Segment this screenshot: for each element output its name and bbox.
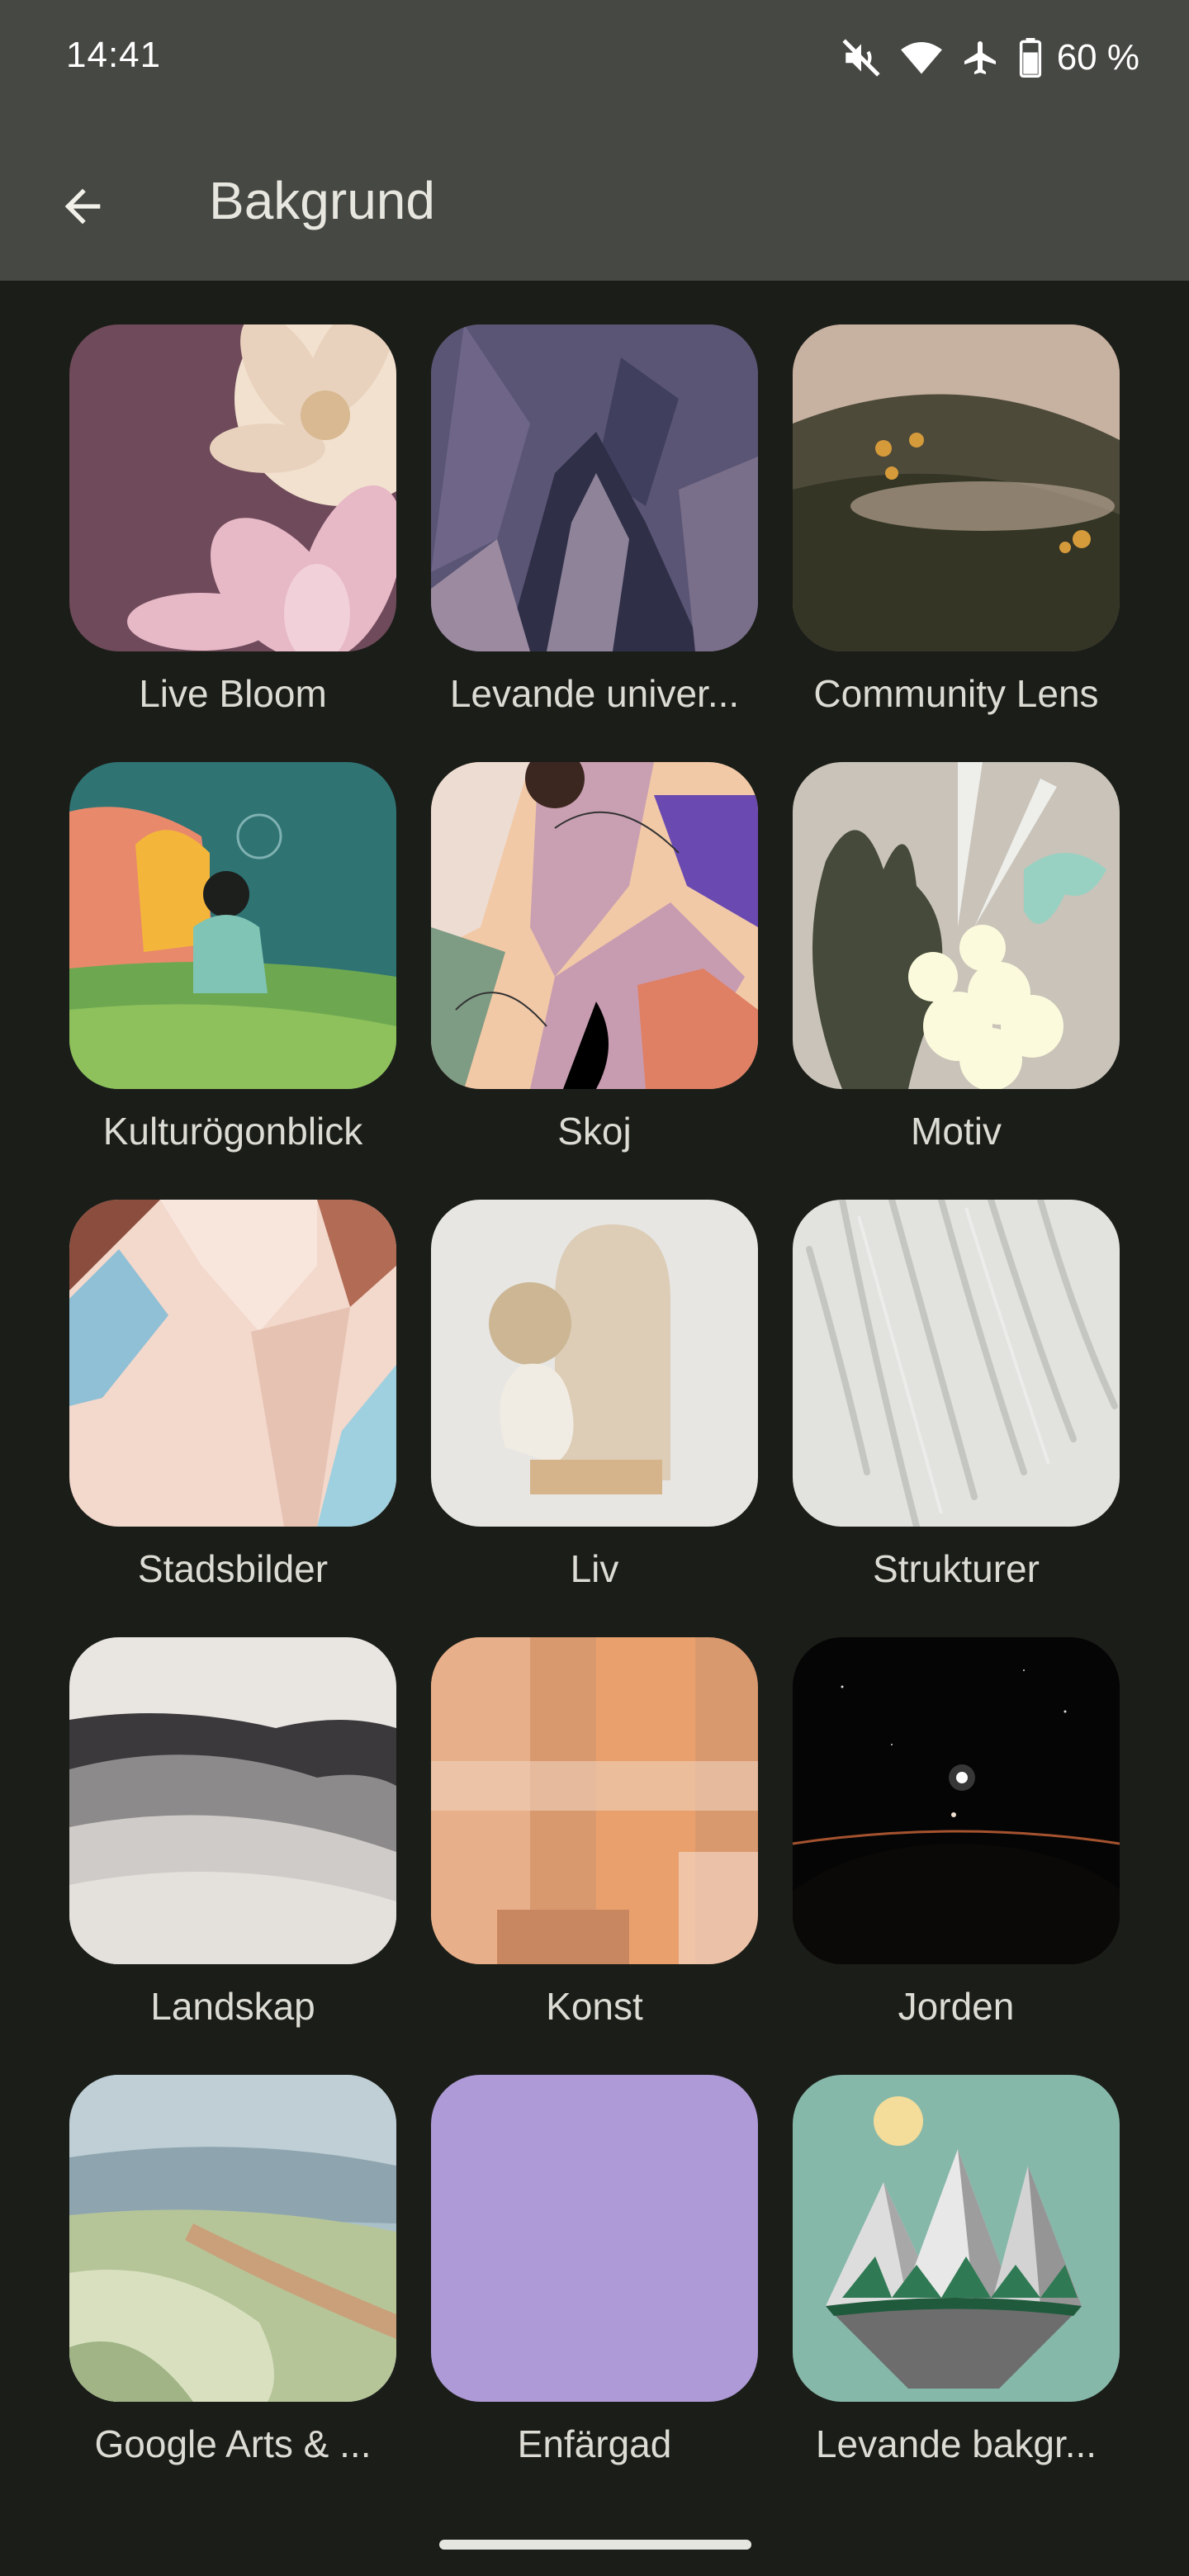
back-button[interactable] xyxy=(41,165,124,248)
category-label: Live Bloom xyxy=(139,672,327,715)
category-label: Levande univer... xyxy=(449,672,740,715)
liv-thumbnail xyxy=(431,1200,758,1527)
category-skoj[interactable]: Skoj xyxy=(431,762,758,1200)
status-icons: 60 % xyxy=(841,33,1139,83)
wallpaper-category-grid: Live Bloom Levande univer... Community L… xyxy=(69,324,1120,2512)
category-label: Enfärgad xyxy=(517,2422,672,2465)
live-bloom-thumbnail xyxy=(69,324,396,651)
category-label: Strukturer xyxy=(873,1547,1040,1590)
enfargad-thumbnail xyxy=(431,2075,758,2402)
strukturer-thumbnail xyxy=(793,1200,1120,1527)
category-community-lens[interactable]: Community Lens xyxy=(793,324,1120,762)
toolbar: Bakgrund xyxy=(0,140,1189,256)
category-levande-universum[interactable]: Levande univer... xyxy=(431,324,758,762)
google-arts-thumbnail xyxy=(69,2075,396,2402)
category-stadsbilder[interactable]: Stadsbilder xyxy=(69,1200,396,1637)
category-google-arts[interactable]: Google Arts & ... xyxy=(69,2075,396,2512)
category-enfargad[interactable]: Enfärgad xyxy=(431,2075,758,2512)
category-label: Kulturögonblick xyxy=(102,1110,363,1153)
konst-thumbnail xyxy=(431,1637,758,1964)
category-label: Google Arts & ... xyxy=(94,2422,372,2465)
category-kulturogonblick[interactable]: Kulturögonblick xyxy=(69,762,396,1200)
kulturogonblick-thumbnail xyxy=(69,762,396,1089)
status-bar: 14:41 60 % xyxy=(0,0,1189,116)
home-indicator[interactable] xyxy=(439,2540,751,2550)
category-label: Jorden xyxy=(898,1985,1015,2028)
app-bar: 14:41 60 % Bakgrund xyxy=(0,0,1189,281)
category-label: Stadsbilder xyxy=(137,1547,329,1590)
category-konst[interactable]: Konst xyxy=(431,1637,758,2075)
airplane-icon xyxy=(961,38,1001,78)
stadsbilder-thumbnail xyxy=(69,1200,396,1527)
category-label: Landskap xyxy=(150,1985,315,2028)
battery-icon xyxy=(1019,38,1042,78)
arrow-left-icon xyxy=(64,188,101,225)
category-jorden[interactable]: Jorden xyxy=(793,1637,1120,2075)
status-time: 14:41 xyxy=(66,35,162,75)
category-label: Levande bakgr... xyxy=(815,2422,1097,2465)
category-motiv[interactable]: Motiv xyxy=(793,762,1120,1200)
category-label: Community Lens xyxy=(813,672,1099,715)
category-label: Liv xyxy=(570,1547,619,1590)
page-title: Bakgrund xyxy=(209,171,435,230)
levande-bakgrund-thumbnail xyxy=(793,2075,1120,2402)
mute-icon xyxy=(841,37,882,78)
jorden-thumbnail xyxy=(793,1637,1120,1964)
category-strukturer[interactable]: Strukturer xyxy=(793,1200,1120,1637)
category-label: Skoj xyxy=(557,1110,632,1153)
battery-percentage: 60 % xyxy=(1056,37,1139,78)
levande-universum-thumbnail xyxy=(431,324,758,651)
category-live-bloom[interactable]: Live Bloom xyxy=(69,324,396,762)
motiv-thumbnail xyxy=(793,762,1120,1089)
category-liv[interactable]: Liv xyxy=(431,1200,758,1637)
category-landskap[interactable]: Landskap xyxy=(69,1637,396,2075)
landskap-thumbnail xyxy=(69,1637,396,1964)
wifi-icon xyxy=(900,39,943,77)
skoj-thumbnail xyxy=(431,762,758,1089)
category-label: Konst xyxy=(546,1985,643,2028)
category-levande-bakgrund[interactable]: Levande bakgr... xyxy=(793,2075,1120,2512)
category-label: Motiv xyxy=(911,1110,1002,1153)
community-lens-thumbnail xyxy=(793,324,1120,651)
